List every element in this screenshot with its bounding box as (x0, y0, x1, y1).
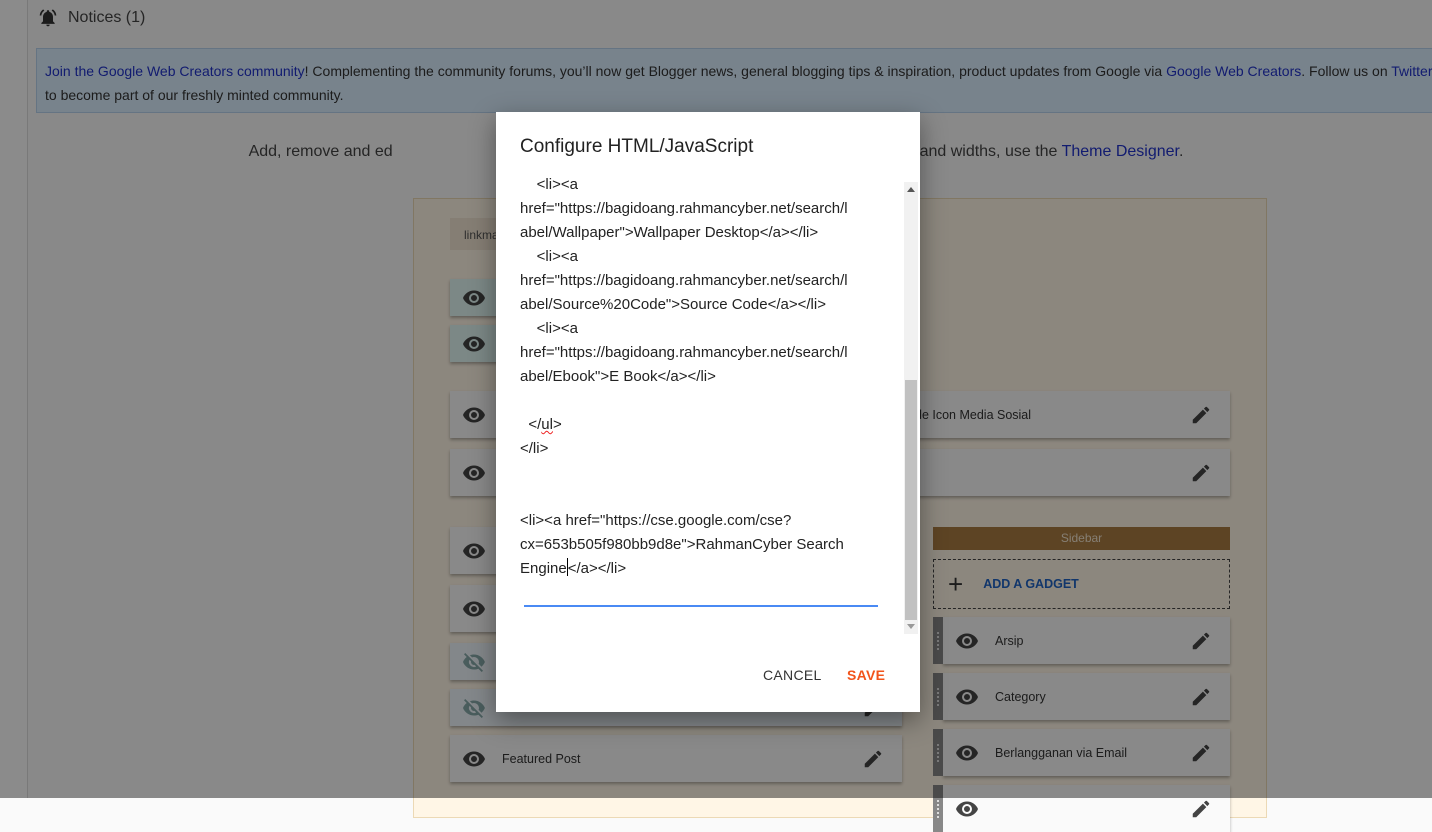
code-line: abel/Wallpaper">Wallpaper Desktop</a></l… (520, 221, 880, 245)
edit-pencil-icon[interactable] (1190, 798, 1212, 820)
code-line: href="https://bagidoang.rahmancyber.net/… (520, 341, 880, 365)
cancel-button[interactable]: CANCEL (763, 667, 822, 683)
code-line: <li><a (520, 245, 880, 269)
scroll-up-arrow-icon[interactable] (907, 187, 915, 192)
scroll-down-arrow-icon[interactable] (907, 624, 915, 629)
code-line: </ul> (520, 413, 880, 437)
code-line: <li><a (520, 173, 880, 197)
eye-icon[interactable] (955, 797, 979, 821)
code-line (520, 485, 880, 509)
html-content-textarea[interactable]: <li><ahref="https://bagidoang.rahmancybe… (520, 173, 880, 593)
textarea-scrollbar[interactable] (904, 182, 918, 634)
code-line: href="https://bagidoang.rahmancyber.net/… (520, 269, 880, 293)
code-line: abel/Source%20Code">Source Code</a></li> (520, 293, 880, 317)
code-line (520, 461, 880, 485)
code-line (520, 389, 880, 413)
code-line: </li> (520, 437, 880, 461)
save-button[interactable]: SAVE (847, 667, 885, 683)
configure-html-dialog: Configure HTML/JavaScript <li><ahref="ht… (496, 112, 920, 712)
spellcheck-underline: ul (541, 416, 553, 433)
scrollbar-thumb[interactable] (905, 380, 917, 620)
code-line: abel/Ebook">E Book</a></li> (520, 365, 880, 389)
text-cursor (567, 558, 568, 576)
code-line: <li><a (520, 317, 880, 341)
code-line: cx=653b505f980bb9d8e">RahmanCyber Search (520, 533, 880, 557)
code-line: href="https://bagidoang.rahmancyber.net/… (520, 197, 880, 221)
code-line: Engine</a></li> (520, 557, 880, 581)
code-line: <li><a href="https://cse.google.com/cse? (520, 509, 880, 533)
textarea-focus-underline (524, 605, 878, 607)
dialog-title: Configure HTML/JavaScript (520, 136, 753, 158)
